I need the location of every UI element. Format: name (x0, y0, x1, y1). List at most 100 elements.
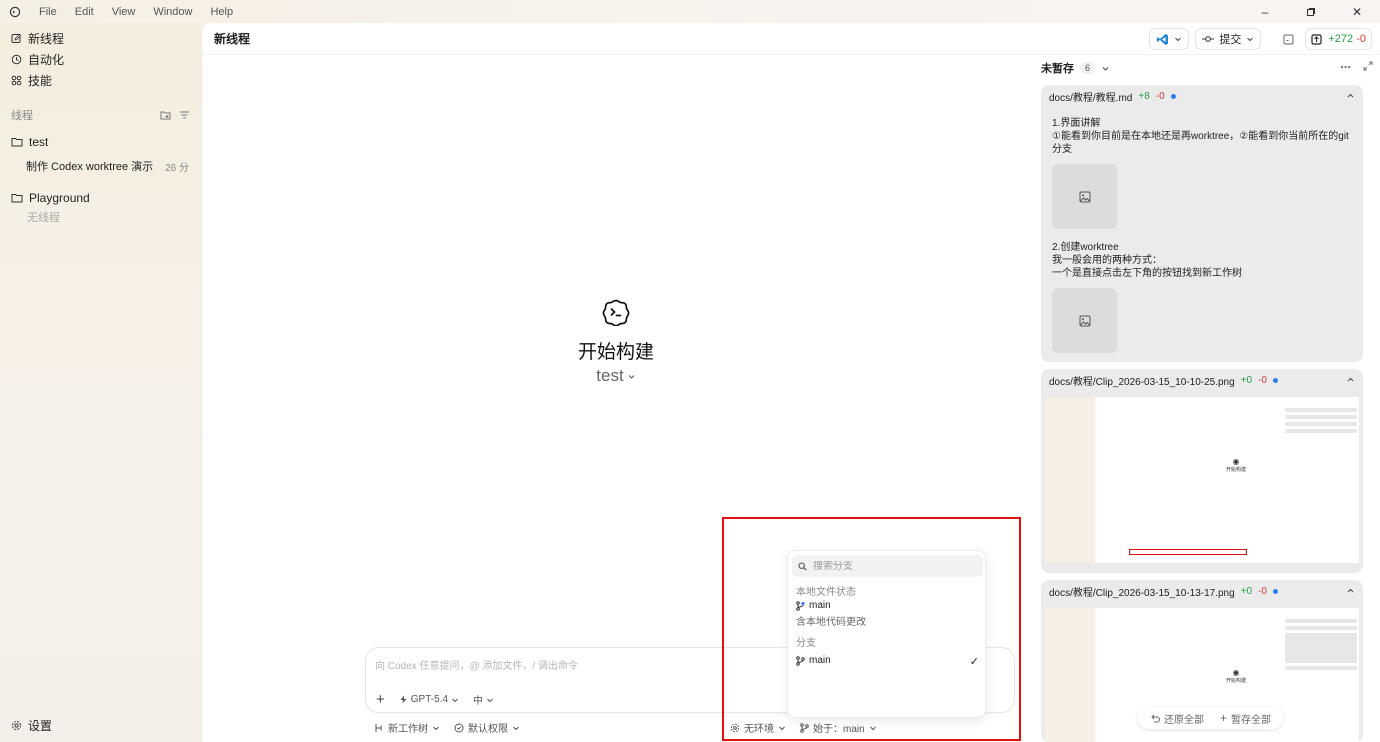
branch-search[interactable] (792, 555, 983, 577)
new-folder-icon[interactable] (160, 110, 171, 120)
changes-header: 未暂存 6 ⋯ (1030, 55, 1380, 81)
local-branch-name: main (809, 600, 831, 611)
preview-logo-icon: ◉ (1232, 457, 1240, 466)
maximize-icon[interactable] (1288, 0, 1334, 23)
branch-search-input[interactable] (813, 560, 973, 572)
image-placeholder (1052, 164, 1117, 229)
environment-selector[interactable]: 无环境 (730, 720, 786, 735)
thread-item[interactable]: 制作 Codex worktree 演示 26 分 (0, 155, 200, 177)
branches-group-label: 分支 (796, 638, 816, 649)
menu-file[interactable]: File (39, 6, 57, 18)
close-icon[interactable]: ✕ (1334, 0, 1380, 23)
add-attachment-icon[interactable]: + (376, 691, 385, 708)
stage-actions-bar: 还原全部 + 暂存全部 (1138, 707, 1284, 729)
chevron-down-icon (869, 726, 876, 730)
project-selector[interactable]: test (596, 366, 635, 386)
effort-value: 中 (473, 696, 484, 707)
preview-line (1285, 415, 1357, 419)
thread-time: 26 分 (165, 162, 189, 174)
chevron-down-icon (487, 698, 493, 702)
branch-selector[interactable]: 始于：main (800, 720, 877, 735)
sidebar-item-automation[interactable]: 自动化 (0, 49, 200, 70)
more-options-icon[interactable]: ⋯ (1340, 61, 1351, 74)
chevron-down-icon (1247, 37, 1254, 42)
file-path: docs/教程/教程.md (1049, 92, 1133, 104)
branch-label: 始于：main (813, 724, 865, 735)
effort-selector[interactable]: 中 (473, 692, 494, 707)
branch-item-main[interactable]: main ✓ (796, 655, 979, 668)
codex-app-icon[interactable] (0, 6, 30, 18)
preview-right (1285, 616, 1357, 742)
commit-label: 提交 (1219, 34, 1242, 46)
settings-button[interactable]: 设置 (11, 717, 52, 734)
local-branch-desc: 含本地代码更改 (796, 617, 866, 628)
chevron-down-icon (1175, 37, 1182, 42)
preview-right (1285, 405, 1357, 555)
menu-window[interactable]: Window (153, 6, 192, 18)
diff-minus-count: -0 (1356, 33, 1366, 45)
minimize-icon[interactable]: – (1242, 0, 1288, 23)
menu-view[interactable]: View (112, 6, 136, 18)
stage-all-button[interactable]: + 暂存全部 (1220, 711, 1271, 726)
codex-logo-icon (602, 299, 630, 327)
preview-highlight (1129, 549, 1247, 555)
diff-card-header[interactable]: docs/教程/Clip_2026-03-15_10-10-25.png +0 … (1041, 369, 1363, 391)
undo-icon (1151, 714, 1160, 723)
diff-panel-toggle[interactable]: +272 -0 (1305, 28, 1372, 50)
composer-placeholder[interactable]: 向 Codex 任意提问，@ 添加文件，/ 调出命令 (375, 657, 578, 672)
chevron-up-icon[interactable] (1346, 91, 1355, 100)
preview-hero-text: 开始构建 (1225, 467, 1246, 473)
menu-edit[interactable]: Edit (75, 6, 94, 18)
diff-line: 我一般会用的两种方式： (1052, 255, 1162, 266)
diff-card-header[interactable]: docs/教程/教程.md +8 -0 (1041, 85, 1363, 107)
chevron-up-icon[interactable] (1346, 375, 1355, 384)
diff-card: docs/教程/Clip_2026-03-15_10-10-25.png +0 … (1041, 369, 1363, 573)
folder-name: Playground (29, 190, 90, 205)
thread-title: 制作 Codex worktree 演示 (26, 161, 154, 173)
sidebar-item-label: 技能 (28, 74, 53, 88)
preview-sidebar (1045, 397, 1095, 563)
vscode-icon (1157, 33, 1169, 45)
image-icon (1079, 191, 1090, 202)
window-controls: – ✕ (1242, 0, 1380, 23)
revert-all-label: 还原全部 (1164, 714, 1204, 726)
page-title: 新线程 (214, 32, 251, 46)
modified-dot (1273, 377, 1278, 383)
chevron-down-icon (513, 726, 519, 730)
chevron-up-icon[interactable] (1346, 586, 1355, 595)
permission-selector[interactable]: 默认权限 (454, 720, 520, 735)
preview-line (1285, 408, 1357, 412)
folder-playground[interactable]: Playground (0, 187, 200, 208)
git-branch-icon (796, 600, 805, 611)
worktree-selector[interactable]: 新工作树 (374, 720, 440, 735)
chevron-down-icon[interactable] (1101, 64, 1110, 73)
threads-section-header: 线程 (0, 105, 200, 125)
settings-label: 设置 (28, 719, 53, 733)
sidebar-item-skills[interactable]: 技能 (0, 70, 200, 91)
diff-card-header[interactable]: docs/教程/Clip_2026-03-15_10-13-17.png +0 … (1041, 580, 1363, 602)
sidebar-item-new-thread[interactable]: 新线程 (0, 28, 200, 49)
preview-sidebar (1045, 608, 1095, 742)
diff-icon (1311, 33, 1322, 45)
folder-test[interactable]: test (0, 131, 200, 152)
file-path: docs/教程/Clip_2026-03-15_10-13-17.png (1049, 587, 1235, 599)
chevron-down-icon (779, 726, 785, 730)
worktree-icon (375, 723, 383, 732)
file-path: docs/教程/Clip_2026-03-15_10-10-25.png (1049, 376, 1235, 388)
expand-icon[interactable] (1363, 61, 1373, 71)
revert-all-button[interactable]: 还原全部 (1150, 711, 1204, 726)
project-name: test (596, 366, 624, 385)
menu-help[interactable]: Help (210, 6, 233, 18)
file-plus-count: +8 (1138, 90, 1150, 102)
changes-panel: 未暂存 6 ⋯ docs/教程/教程.md +8 -0 1.界面讲解 ①能看到你… (1030, 55, 1380, 742)
branch-dropdown: 本地文件状态 main 含本地代码更改 分支 main ✓ (787, 550, 986, 718)
folder-name: test (29, 134, 49, 149)
local-state-item[interactable]: main 含本地代码更改 (796, 600, 979, 628)
filter-icon[interactable] (179, 110, 190, 120)
commit-button[interactable]: 提交 (1195, 28, 1262, 50)
model-selector[interactable]: GPT-5.4 (399, 694, 459, 705)
terminal-toggle-button[interactable] (1277, 28, 1299, 50)
top-bar: 新线程 提交 +272 -0 (202, 23, 1380, 55)
diff-card-body: 1.界面讲解 ①能看到你目前是在本地还是再worktree，②能看到你当前所在的… (1041, 107, 1363, 362)
open-in-vscode-button[interactable] (1149, 28, 1190, 50)
